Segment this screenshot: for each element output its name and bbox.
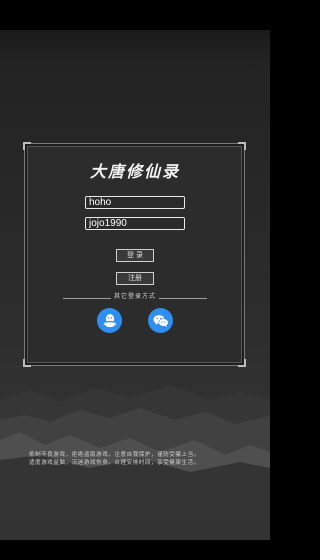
game-title: 大唐修仙录 — [89, 162, 180, 181]
panel-corner-ornament — [238, 142, 246, 150]
username-input[interactable] — [85, 196, 185, 209]
status-bar-area — [0, 0, 270, 30]
panel-corner-ornament — [23, 142, 31, 150]
bottom-bar-area — [0, 540, 270, 560]
other-login-label: 其它登录方式 — [110, 293, 159, 300]
qq-icon — [103, 314, 116, 328]
register-button[interactable]: 注册 — [116, 272, 154, 285]
login-screen: 大唐修仙录 登 录 注册 其它登录方式 — [0, 0, 270, 560]
panel-corner-ornament — [23, 359, 31, 367]
notice-line: 抵制不良游戏，拒绝盗版游戏。注意自我保护，谨防受骗上当。 — [29, 452, 200, 458]
wechat-icon — [153, 314, 169, 327]
panel-corner-ornament — [238, 359, 246, 367]
notice-line: 适度游戏益脑，沉迷游戏伤身。合理安排时间，享受健康生活。 — [29, 460, 200, 466]
password-input[interactable] — [85, 217, 185, 230]
other-login-divider: 其它登录方式 — [63, 292, 207, 304]
mountain-landscape — [0, 385, 270, 540]
health-gaming-notice: 抵制不良游戏，拒绝盗版游戏。注意自我保护，谨防受骗上当。 适度游戏益脑，沉迷游戏… — [29, 451, 244, 467]
qq-login-button[interactable] — [97, 308, 122, 333]
login-button[interactable]: 登 录 — [116, 249, 154, 262]
wechat-login-button[interactable] — [148, 308, 173, 333]
